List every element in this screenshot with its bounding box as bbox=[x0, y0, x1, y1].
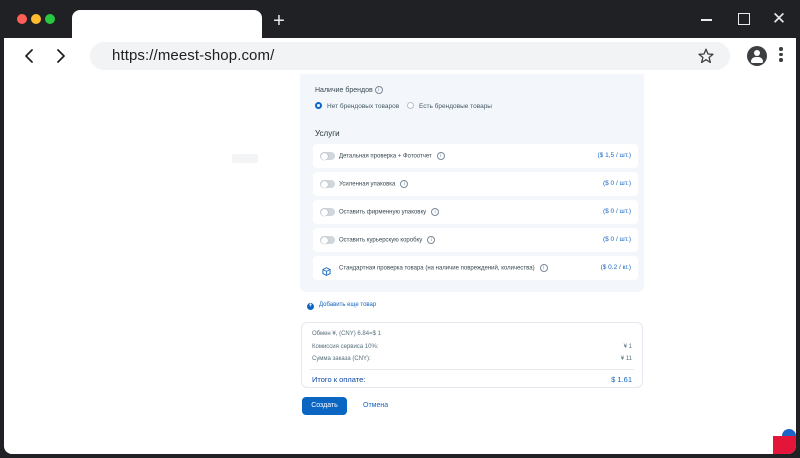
service-label-row: Стандартная проверка товара (на наличие … bbox=[339, 264, 548, 272]
add-more-item-link[interactable]: + Добавить еще товар bbox=[307, 302, 376, 310]
service-label-row: Оставить фирменную упаковку i bbox=[339, 208, 440, 216]
service-label: Оставить курьерскую коробку bbox=[339, 237, 423, 244]
summary-label: Комиссия сервиса 10%: bbox=[312, 344, 379, 350]
chat-widget-badge[interactable] bbox=[773, 436, 796, 454]
info-icon[interactable]: i bbox=[436, 152, 445, 160]
info-icon[interactable]: i bbox=[400, 180, 409, 188]
url-text[interactable]: https://meest-shop.com/ bbox=[112, 47, 274, 64]
service-row: Усиленная упаковка i ($ 0 / шт.) bbox=[313, 172, 638, 196]
more-menu-icon[interactable] bbox=[778, 47, 784, 65]
summary-label: Сумма заказа (CNY): bbox=[312, 356, 371, 362]
summary-row: Обмен ¥, (CNY) 6.84=$ 1 bbox=[312, 331, 632, 337]
summary-row: Сумма заказа (CNY): ¥ 11 bbox=[312, 356, 632, 362]
info-icon[interactable]: i bbox=[431, 208, 440, 216]
service-label: Усиленная упаковка bbox=[339, 181, 396, 188]
summary-label: Обмен ¥, (CNY) 6.84=$ 1 bbox=[312, 331, 381, 337]
service-price: ($ 0.2 / кг.) bbox=[600, 264, 631, 271]
service-label-row: Детальная проверка + Фотоотчет i bbox=[339, 152, 445, 160]
zoom-window-dot[interactable] bbox=[45, 14, 55, 24]
total-label: Итого к оплате: bbox=[312, 375, 366, 384]
service-label: Стандартная проверка товара (на наличие … bbox=[339, 265, 535, 272]
brands-label: Наличие брендов bbox=[315, 86, 373, 94]
radio-has-brands[interactable]: Есть брендовые товары bbox=[407, 102, 492, 110]
service-row: Стандартная проверка товара (на наличие … bbox=[313, 256, 638, 280]
page-viewport: Наличие брендов i Нет брендовых товаров … bbox=[4, 74, 796, 454]
service-row: Оставить фирменную упаковку i ($ 0 / шт.) bbox=[313, 200, 638, 224]
summary-divider bbox=[310, 369, 634, 370]
info-icon[interactable]: i bbox=[539, 264, 548, 272]
create-button[interactable]: Создать bbox=[302, 397, 347, 415]
toggle-switch[interactable] bbox=[320, 180, 335, 188]
browser-window: + ✕ https://meest-shop.com/ Наличие брен… bbox=[0, 0, 800, 458]
browser-tab-active[interactable] bbox=[72, 10, 262, 40]
close-icon[interactable]: ✕ bbox=[770, 10, 788, 28]
radio-unselected-icon[interactable] bbox=[407, 102, 414, 109]
toggle-switch[interactable] bbox=[320, 152, 335, 160]
summary-row: Комиссия сервиса 10%: ¥ 1 bbox=[312, 344, 632, 350]
service-label-row: Оставить курьерскую коробку i bbox=[339, 236, 436, 244]
profile-avatar-icon[interactable] bbox=[747, 46, 767, 66]
package-box-icon bbox=[322, 263, 331, 276]
title-bar: + ✕ bbox=[0, 0, 800, 40]
maximize-icon[interactable] bbox=[734, 10, 752, 28]
service-price: ($ 1,5 / шт.) bbox=[597, 152, 631, 159]
back-arrow-icon[interactable] bbox=[21, 47, 39, 65]
chat-widget[interactable] bbox=[773, 429, 796, 454]
service-price: ($ 0 / шт.) bbox=[602, 208, 631, 215]
plus-icon[interactable]: + bbox=[307, 303, 314, 310]
close-window-dot[interactable] bbox=[17, 14, 27, 24]
summary-value: ¥ 11 bbox=[620, 356, 632, 362]
services-title: Услуги bbox=[315, 129, 340, 138]
toggle-switch[interactable] bbox=[320, 208, 335, 216]
radio-label: Нет брендовых товаров bbox=[327, 103, 400, 110]
browser-toolbar: https://meest-shop.com/ bbox=[4, 38, 796, 74]
forward-arrow-icon[interactable] bbox=[51, 47, 69, 65]
info-icon[interactable]: i bbox=[427, 236, 436, 244]
order-summary: Обмен ¥, (CNY) 6.84=$ 1 Комиссия сервиса… bbox=[301, 322, 643, 388]
minimize-icon[interactable] bbox=[698, 10, 716, 28]
bookmark-star-icon[interactable] bbox=[696, 46, 716, 66]
service-label-row: Усиленная упаковка i bbox=[339, 180, 409, 188]
brands-label-row: Наличие брендов i bbox=[315, 86, 383, 94]
radio-selected-icon[interactable] bbox=[315, 102, 322, 109]
service-label: Детальная проверка + Фотоотчет bbox=[339, 153, 432, 160]
new-tab-button[interactable]: + bbox=[270, 11, 288, 31]
address-bar[interactable]: https://meest-shop.com/ bbox=[90, 42, 730, 70]
service-price: ($ 0 / шт.) bbox=[602, 236, 631, 243]
summary-value: ¥ 1 bbox=[623, 344, 632, 350]
info-icon[interactable]: i bbox=[374, 86, 383, 94]
minimize-window-dot[interactable] bbox=[31, 14, 41, 24]
service-price: ($ 0 / шт.) bbox=[602, 180, 631, 187]
toggle-switch[interactable] bbox=[320, 236, 335, 244]
order-options-panel: Наличие брендов i Нет брендовых товаров … bbox=[300, 74, 644, 292]
add-more-label[interactable]: Добавить еще товар bbox=[319, 302, 376, 308]
radio-no-brands[interactable]: Нет брендовых товаров bbox=[315, 102, 399, 110]
radio-label: Есть брендовые товары bbox=[419, 103, 492, 110]
summary-total-row: Итого к оплате: $ 1.61 bbox=[312, 375, 632, 384]
total-value: $ 1.61 bbox=[611, 375, 632, 384]
service-row: Детальная проверка + Фотоотчет i ($ 1,5 /… bbox=[313, 144, 638, 168]
service-label: Оставить фирменную упаковку bbox=[339, 209, 427, 216]
cancel-button[interactable]: Отмена bbox=[363, 402, 388, 409]
service-row: Оставить курьерскую коробку i ($ 0 / шт.) bbox=[313, 228, 638, 252]
faint-placeholder bbox=[232, 154, 258, 163]
